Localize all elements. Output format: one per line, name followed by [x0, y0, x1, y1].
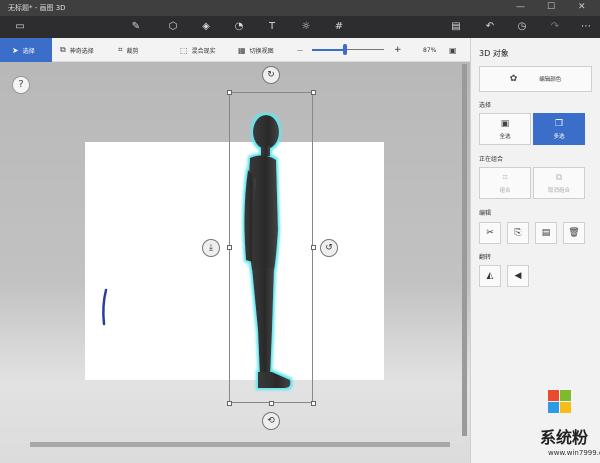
copy-icon[interactable]: ⎘ [507, 222, 529, 244]
edit-color-button[interactable]: ✿ 编辑颜色 [479, 66, 592, 92]
text-icon[interactable]: T [264, 19, 280, 35]
mixed-reality-button[interactable]: ⬚ 混合现实 [180, 38, 216, 62]
zoom-out-button[interactable]: — [297, 38, 303, 62]
vertical-scrollbar[interactable] [462, 64, 467, 436]
group-button[interactable]: ⌗ 组合 [479, 167, 531, 199]
crop-icon: ⌗ [118, 45, 123, 54]
magic-select-icon: ⧉ [60, 45, 66, 54]
select-all-button[interactable]: ▣ 全选 [479, 113, 531, 145]
select-section-label: 选择 [479, 102, 492, 109]
rotate-y-icon[interactable]: ↺ [320, 239, 338, 257]
brush-stroke [102, 288, 108, 326]
crop-button[interactable]: ⌗ 裁剪 [118, 38, 139, 62]
cut-icon[interactable]: ✂ [479, 222, 501, 244]
mixed-reality-label: 混合现实 [191, 47, 216, 55]
toggle-view-button[interactable]: ▦ 切换视图 [238, 38, 274, 62]
magic-select-label: 神奇选择 [69, 47, 94, 55]
toggle-view-label: 切换视图 [249, 47, 274, 55]
window-title: 无标题* - 画图 3D [8, 4, 66, 12]
main-toolbar: ▭ ✎ ⬡ ◈ ◔ T ☼ # ▤ ↶ ◷ ↷ ⋯ [0, 16, 600, 38]
depth-move-icon[interactable]: ⤓ [202, 239, 220, 257]
select-button[interactable]: ➤ 选择 [0, 38, 52, 62]
rotate-z-icon[interactable]: ⟲ [262, 412, 280, 430]
more-icon[interactable]: ⋯ [578, 19, 594, 35]
multi-select-icon: ❐ [554, 118, 564, 129]
cursor-icon: ➤ [12, 45, 19, 55]
delete-icon[interactable]: 🗑 [563, 222, 585, 244]
group-label: 组合 [499, 187, 511, 194]
panel-title: 3D 对象 [479, 49, 509, 58]
watermark-brand: 系统粉 [540, 428, 589, 447]
flip-section-label: 翻转 [479, 254, 492, 261]
grid-icon: ▦ [238, 45, 246, 55]
ungroup-icon: ⧉ [555, 172, 563, 183]
brush-icon[interactable]: ✎ [128, 19, 144, 35]
multi-select-button[interactable]: ❐ 多选 [533, 113, 585, 145]
zoom-slider-fill [312, 49, 346, 51]
canvas-icon[interactable]: # [331, 19, 347, 35]
rotate-x-icon[interactable]: ↻ [262, 66, 280, 84]
effects-icon[interactable]: ☼ [298, 19, 314, 35]
canvas-area[interactable]: ? ↻ ⤓ ↺ ⟲ [0, 62, 470, 463]
flip-vertical-icon[interactable]: ◀ [507, 265, 529, 287]
flip-horizontal-icon[interactable]: ◭ [479, 265, 501, 287]
crop-label: 裁剪 [126, 47, 139, 55]
selection-box[interactable] [229, 92, 313, 403]
paste-icon[interactable]: ▤ [535, 222, 557, 244]
edit-color-label: 编辑颜色 [539, 77, 562, 83]
selection-handle[interactable] [269, 401, 274, 406]
horizontal-scrollbar[interactable] [30, 442, 450, 447]
palette-icon: ✿ [509, 74, 518, 84]
stickers-icon[interactable]: ◔ [231, 19, 247, 35]
magic-select-button[interactable]: ⧉ 神奇选择 [60, 38, 94, 62]
multi-select-label: 多选 [553, 133, 565, 140]
selection-handle[interactable] [227, 401, 232, 406]
zoom-slider-thumb[interactable] [343, 44, 347, 55]
selection-handle[interactable] [311, 245, 316, 250]
group-icon: ⌗ [502, 172, 508, 183]
minimize-button[interactable]: — [516, 2, 525, 12]
help-button[interactable]: ? [12, 76, 30, 94]
select-label: 选择 [22, 47, 35, 55]
ungroup-button[interactable]: ⧉ 取消组合 [533, 167, 585, 199]
edit-section-label: 编辑 [479, 210, 492, 217]
3d-shapes-icon[interactable]: ◈ [198, 19, 214, 35]
close-button[interactable]: ✕ [578, 2, 586, 12]
zoom-in-button[interactable]: + [394, 38, 402, 62]
paste-icon[interactable]: ▤ [448, 19, 464, 35]
title-bar: 无标题* - 画图 3D — ☐ ✕ [0, 0, 600, 16]
maximize-button[interactable]: ☐ [547, 2, 555, 12]
redo-icon[interactable]: ↷ [547, 19, 563, 35]
watermark-url: www.win7999.com [548, 449, 600, 457]
sub-toolbar: ➤ 选择 ⧉ 神奇选择 ⌗ 裁剪 ⬚ 混合现实 ▦ 切换视图 — + 87% ▣ [0, 38, 470, 62]
selection-handle[interactable] [311, 90, 316, 95]
selection-handle[interactable] [311, 401, 316, 406]
group-section-label: 正在组合 [479, 156, 504, 163]
mixed-reality-icon: ⬚ [180, 45, 188, 55]
zoom-level: 87% [423, 46, 437, 54]
select-all-icon: ▣ [500, 118, 510, 129]
select-all-label: 全选 [499, 133, 511, 140]
selection-handle[interactable] [227, 90, 232, 95]
image-icon[interactable]: ▣ [449, 38, 457, 62]
folder-icon[interactable]: ▭ [12, 19, 28, 35]
ungroup-label: 取消组合 [547, 187, 570, 194]
selection-handle[interactable] [227, 245, 232, 250]
history-icon[interactable]: ◷ [514, 19, 530, 35]
2d-shapes-icon[interactable]: ⬡ [165, 19, 181, 35]
undo-icon[interactable]: ↶ [482, 19, 498, 35]
